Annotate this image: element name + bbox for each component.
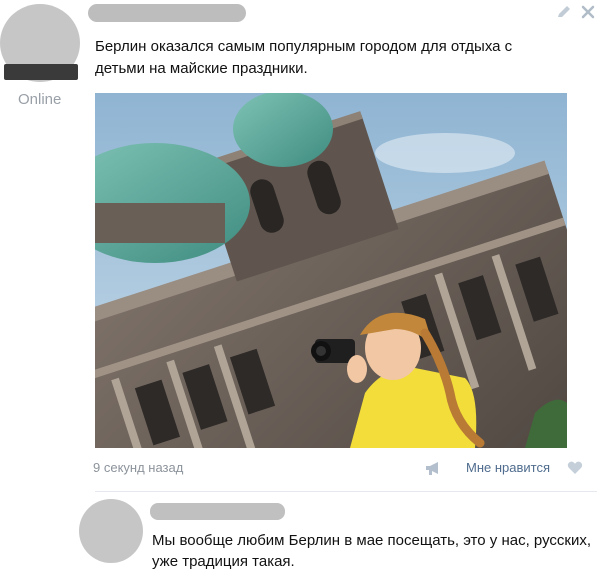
post-text: Берлин оказался самым популярным городом… (95, 38, 513, 77)
comment-author-name-redacted[interactable] (150, 503, 285, 520)
heart-icon[interactable] (567, 461, 583, 475)
comment-text: Мы вообще любим Берлин в мае посещать, э… (152, 532, 592, 570)
like-button[interactable]: Мне нравится (466, 460, 550, 475)
post-photo[interactable] (95, 93, 567, 448)
post-divider (95, 491, 597, 492)
post-timestamp[interactable]: 9 секунд назад (93, 460, 183, 475)
online-status: Online (18, 91, 62, 108)
post-author-name-redacted[interactable] (88, 4, 246, 22)
close-icon[interactable] (579, 3, 597, 21)
avatar-overlay-strip (4, 64, 78, 80)
megaphone-icon[interactable] (424, 460, 444, 476)
comment-author-avatar[interactable] (79, 499, 143, 563)
pencil-icon[interactable] (555, 3, 573, 21)
